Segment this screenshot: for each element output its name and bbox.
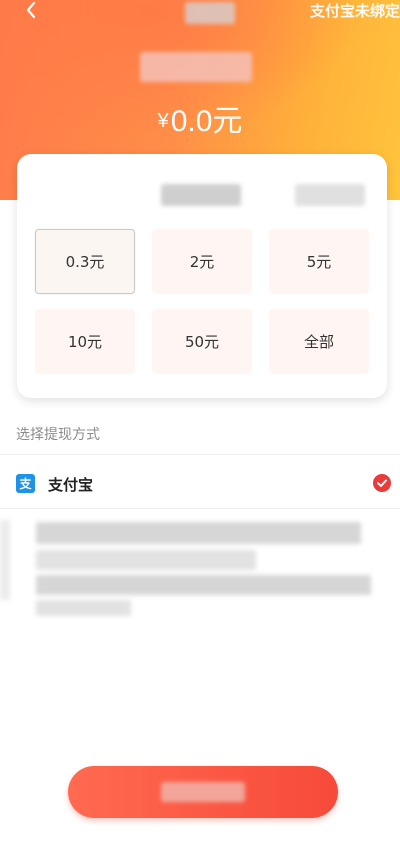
edge-shadow — [0, 520, 10, 600]
check-mark-icon — [377, 479, 387, 487]
divider — [0, 454, 400, 455]
chevron-left-icon — [26, 1, 36, 19]
balance-amount: 0.0元 — [170, 105, 243, 138]
notice-text-blurred — [36, 522, 361, 544]
payment-method-alipay[interactable]: 支 支付宝 — [0, 460, 400, 506]
amount-option-10[interactable]: 10元 — [35, 309, 135, 374]
card-tab-2-blurred[interactable] — [295, 184, 365, 206]
notice-text-blurred — [36, 550, 256, 570]
amount-option-label: 2元 — [189, 253, 215, 271]
notice-text-blurred — [36, 600, 131, 616]
currency-symbol: ¥ — [157, 110, 169, 132]
check-circle-icon — [373, 474, 391, 492]
status-info-blurred — [185, 2, 235, 24]
back-button[interactable] — [20, 0, 44, 24]
withdraw-submit-button[interactable] — [68, 766, 338, 818]
amount-option-5[interactable]: 5元 — [269, 229, 369, 294]
amount-option-label: 10元 — [67, 333, 103, 351]
card-tab-1-blurred[interactable] — [161, 184, 241, 206]
submit-label-blurred — [161, 782, 245, 802]
amount-option-label: 0.3元 — [65, 253, 105, 271]
divider — [0, 508, 400, 509]
balance-display: ¥0.0元 — [0, 96, 400, 140]
notice-text-blurred — [36, 575, 371, 595]
amount-option-label: 50元 — [184, 333, 220, 351]
withdraw-method-label: 选择提现方式 — [16, 427, 100, 443]
alipay-icon: 支 — [16, 474, 35, 493]
amount-option-all[interactable]: 全部 — [269, 309, 369, 374]
amount-option-label: 全部 — [303, 333, 334, 351]
page-title-blurred — [140, 52, 252, 82]
amount-option-label: 5元 — [306, 253, 332, 271]
amount-option-0-3[interactable]: 0.3元 — [35, 229, 135, 294]
alipay-unbound-notice[interactable]: 支付宝未绑定 — [310, 0, 400, 21]
amount-option-2[interactable]: 2元 — [152, 229, 252, 294]
alipay-label: 支付宝 — [48, 476, 94, 494]
withdraw-amount-card: 0.3元 2元 5元 10元 50元 全部 — [17, 154, 387, 398]
amount-option-50[interactable]: 50元 — [152, 309, 252, 374]
